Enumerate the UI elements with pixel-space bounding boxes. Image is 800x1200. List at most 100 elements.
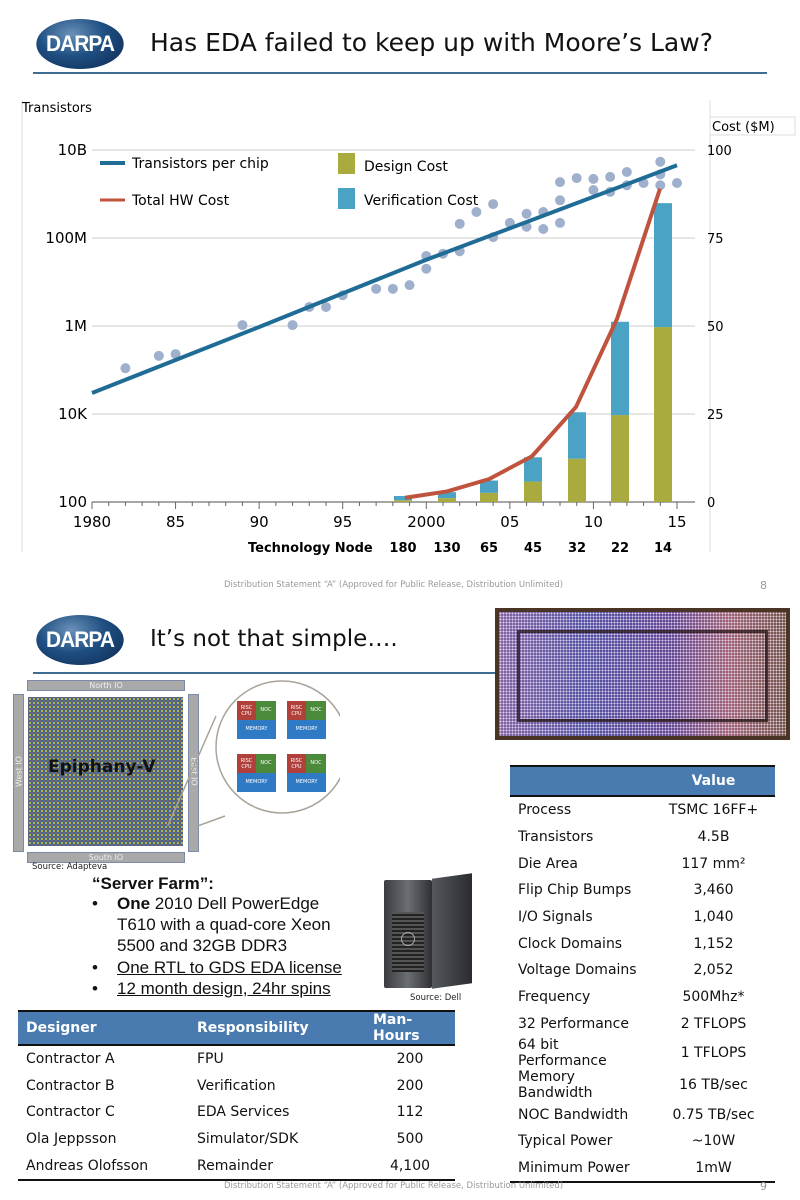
y-tick-label: 100M [45,229,87,247]
legend-design-label: Design Cost [364,159,448,175]
col-header-man-hours: Man-Hours [365,1010,455,1046]
page: DARPA Has EDA failed to keep up with Moo… [0,0,800,1200]
x-tick-label: 2000 [407,513,445,531]
design-cost-bar [568,458,586,502]
page-number: 9 [760,1180,767,1193]
left-axis-label: Transistors [21,101,92,116]
table-row: Transistors 4.5B [510,824,775,851]
bullet-line: T610 with a quad-core Xeon [117,915,331,934]
designer-cell: Contractor A [26,1051,115,1068]
memory-block: MEMORY [237,720,276,739]
legend-design-swatch [338,153,355,174]
spec-label: Memory Bandwidth [518,1069,593,1102]
spec-label: 32 Performance [518,1015,629,1032]
spec-value: 117 mm² [681,855,746,872]
spec-label: Voltage Domains [518,962,637,979]
table-row: Flip Chip Bumps 3,460 [510,877,775,904]
legend-verification-swatch [338,188,355,209]
title-rule [33,72,767,74]
table-row: 64 bit Performance 1 TFLOPS [510,1037,775,1069]
spec-label: Transistors [518,829,594,846]
man-hours-cell: 200 [396,1077,424,1094]
transistor-data-point [605,171,616,182]
man-hours-cell: 4,100 [365,1152,455,1181]
risc-cpu-block: RISC CPU [287,754,306,773]
transistor-data-point [387,283,398,294]
table-row: Minimum Power 1mW [510,1154,775,1184]
transistor-data-point [655,156,666,167]
spec-value: 1mW [652,1154,775,1184]
table-row: Contractor A FPU 200 [18,1045,455,1073]
y-tick-label: 10B [58,141,87,159]
risc-cpu-block: RISC CPU [237,754,256,773]
designer-cell: Andreas Olofsson [18,1152,189,1181]
spec-label: NOC Bandwidth [518,1106,629,1123]
x-tick-label: 90 [250,513,269,531]
spec-label: Die Area [518,855,578,872]
memory-block: MEMORY [287,720,326,739]
tech-node-label: 22 [611,541,629,556]
transistor-data-point [404,280,415,291]
responsibility-cell: EDA Services [197,1104,290,1121]
transistor-data-point [538,224,549,235]
table-row: 32 Performance 2 TFLOPS [510,1011,775,1038]
y2-tick-label: 50 [707,320,724,335]
west-io-label: West IO [14,756,24,787]
table-row: Die Area 117 mm² [510,850,775,877]
tech-node-label: 14 [654,541,672,556]
spec-value: ~10W [691,1133,736,1150]
transistor-data-point [287,320,298,331]
designer-cell: Contractor C [26,1104,115,1121]
spec-value: 1,152 [693,935,734,952]
memory-block: MEMORY [237,773,276,792]
transistor-data-point [421,263,432,274]
design-cost-bar [438,498,456,502]
bullet-license: One RTL to GDS EDA license [117,958,342,977]
transistor-data-point [555,195,565,206]
table-row: I/O Signals 1,040 [510,904,775,931]
y-tick-label: 10K [58,405,88,423]
design-cost-bar [654,327,672,502]
spec-value: 16 TB/sec [679,1077,748,1094]
spec-value: 2,052 [693,962,734,979]
table-row: NOC Bandwidth 0.75 TB/sec [510,1101,775,1128]
spec-label: 64 bit Performance [518,1037,607,1070]
west-io-bar: West IO [13,694,24,852]
noc-block: NOC [256,754,276,773]
table-row: Typical Power ~10W [510,1128,775,1155]
x-tick-label: 10 [584,513,603,531]
chip-label: Epiphany-V [48,757,156,777]
designer-cell: Ola Jeppsson [26,1131,117,1148]
bullet-dot: • [92,958,98,977]
spec-value: 1,040 [693,909,734,926]
transistor-data-point [371,283,382,294]
darpa-logo: DARPA [36,19,124,69]
transistor-data-point [153,350,164,361]
col-header-blank [510,765,652,797]
verification-cost-bar [654,203,672,328]
noc-block: NOC [306,754,326,773]
y-tick-label: 100 [58,493,87,511]
design-cost-bar [611,415,629,502]
col-header-designer: Designer [18,1010,189,1046]
distribution-statement: Distribution Statement “A” (Approved for… [224,1181,564,1191]
responsibility-cell: FPU [197,1051,224,1068]
y2-tick-label: 25 [707,408,724,423]
spec-value: TSMC 16FF+ [668,802,759,819]
x-tick-label: 05 [500,513,519,531]
transistor-data-point [555,217,565,228]
verification-cost-bar [611,321,629,416]
bullet-line: 2010 Dell PowerEdge [150,894,320,913]
transistor-data-point [588,173,599,184]
spec-value: 1 TFLOPS [680,1045,747,1062]
risc-cpu-block: RISC CPU [237,701,256,720]
bullet-schedule: 12 month design, 24hr spins [117,979,331,998]
transistor-data-point [621,167,632,178]
table-row: Frequency 500Mhz* [510,984,775,1011]
spec-value: 4.5B [697,829,730,846]
table-row: Andreas Olofsson Remainder 4,100 [18,1152,455,1181]
noc-block: NOC [306,701,326,720]
transistor-data-point [237,320,248,331]
table-row: Process TSMC 16FF+ [510,796,775,824]
transistor-data-point [672,177,682,188]
